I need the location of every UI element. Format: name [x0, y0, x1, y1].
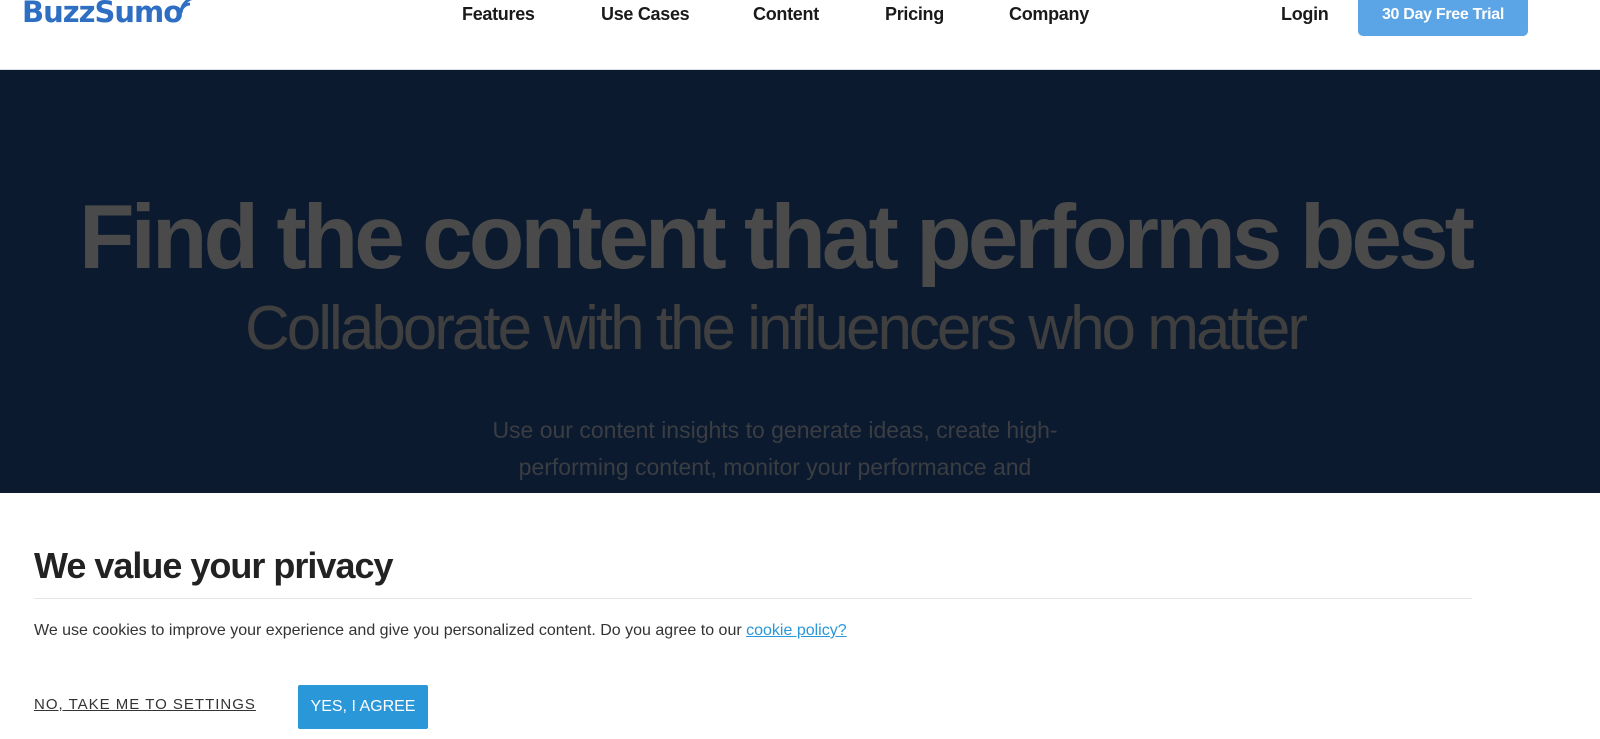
nav-content[interactable]: Content — [753, 4, 819, 25]
divider — [34, 598, 1472, 599]
login-link[interactable]: Login — [1281, 4, 1329, 25]
hero-section: Find the content that performs best Coll… — [0, 70, 1600, 493]
cookie-consent-banner: We value your privacy We use cookies to … — [0, 493, 1600, 739]
accept-cookies-button[interactable]: YES, I AGREE — [298, 685, 428, 729]
cookie-policy-link[interactable]: cookie policy? — [746, 622, 847, 639]
cookie-banner-text: We use cookies to improve your experienc… — [34, 622, 847, 640]
nav-features[interactable]: Features — [462, 4, 535, 25]
free-trial-button[interactable]: 30 Day Free Trial — [1358, 0, 1528, 36]
site-header: BuzzSumo Features Use Cases Content Pric… — [0, 0, 1600, 70]
nav-use-cases[interactable]: Use Cases — [601, 4, 690, 25]
cookie-message: We use cookies to improve your experienc… — [34, 622, 747, 639]
hero-description: Use our content insights to generate ide… — [492, 417, 1058, 480]
nav-company[interactable]: Company — [1009, 4, 1089, 25]
buzzsumo-logo[interactable]: BuzzSumo — [22, 0, 200, 32]
hero-subtitle: Collaborate with the influencers who mat… — [245, 294, 1308, 363]
nav-pricing[interactable]: Pricing — [885, 4, 944, 25]
logo-text: BuzzSumo — [22, 0, 183, 29]
hero-title: Find the content that performs best — [79, 187, 1475, 288]
decline-settings-button[interactable]: NO, TAKE ME TO SETTINGS — [34, 696, 256, 713]
broadcast-icon — [179, 0, 193, 14]
cookie-banner-title: We value your privacy — [34, 545, 394, 586]
